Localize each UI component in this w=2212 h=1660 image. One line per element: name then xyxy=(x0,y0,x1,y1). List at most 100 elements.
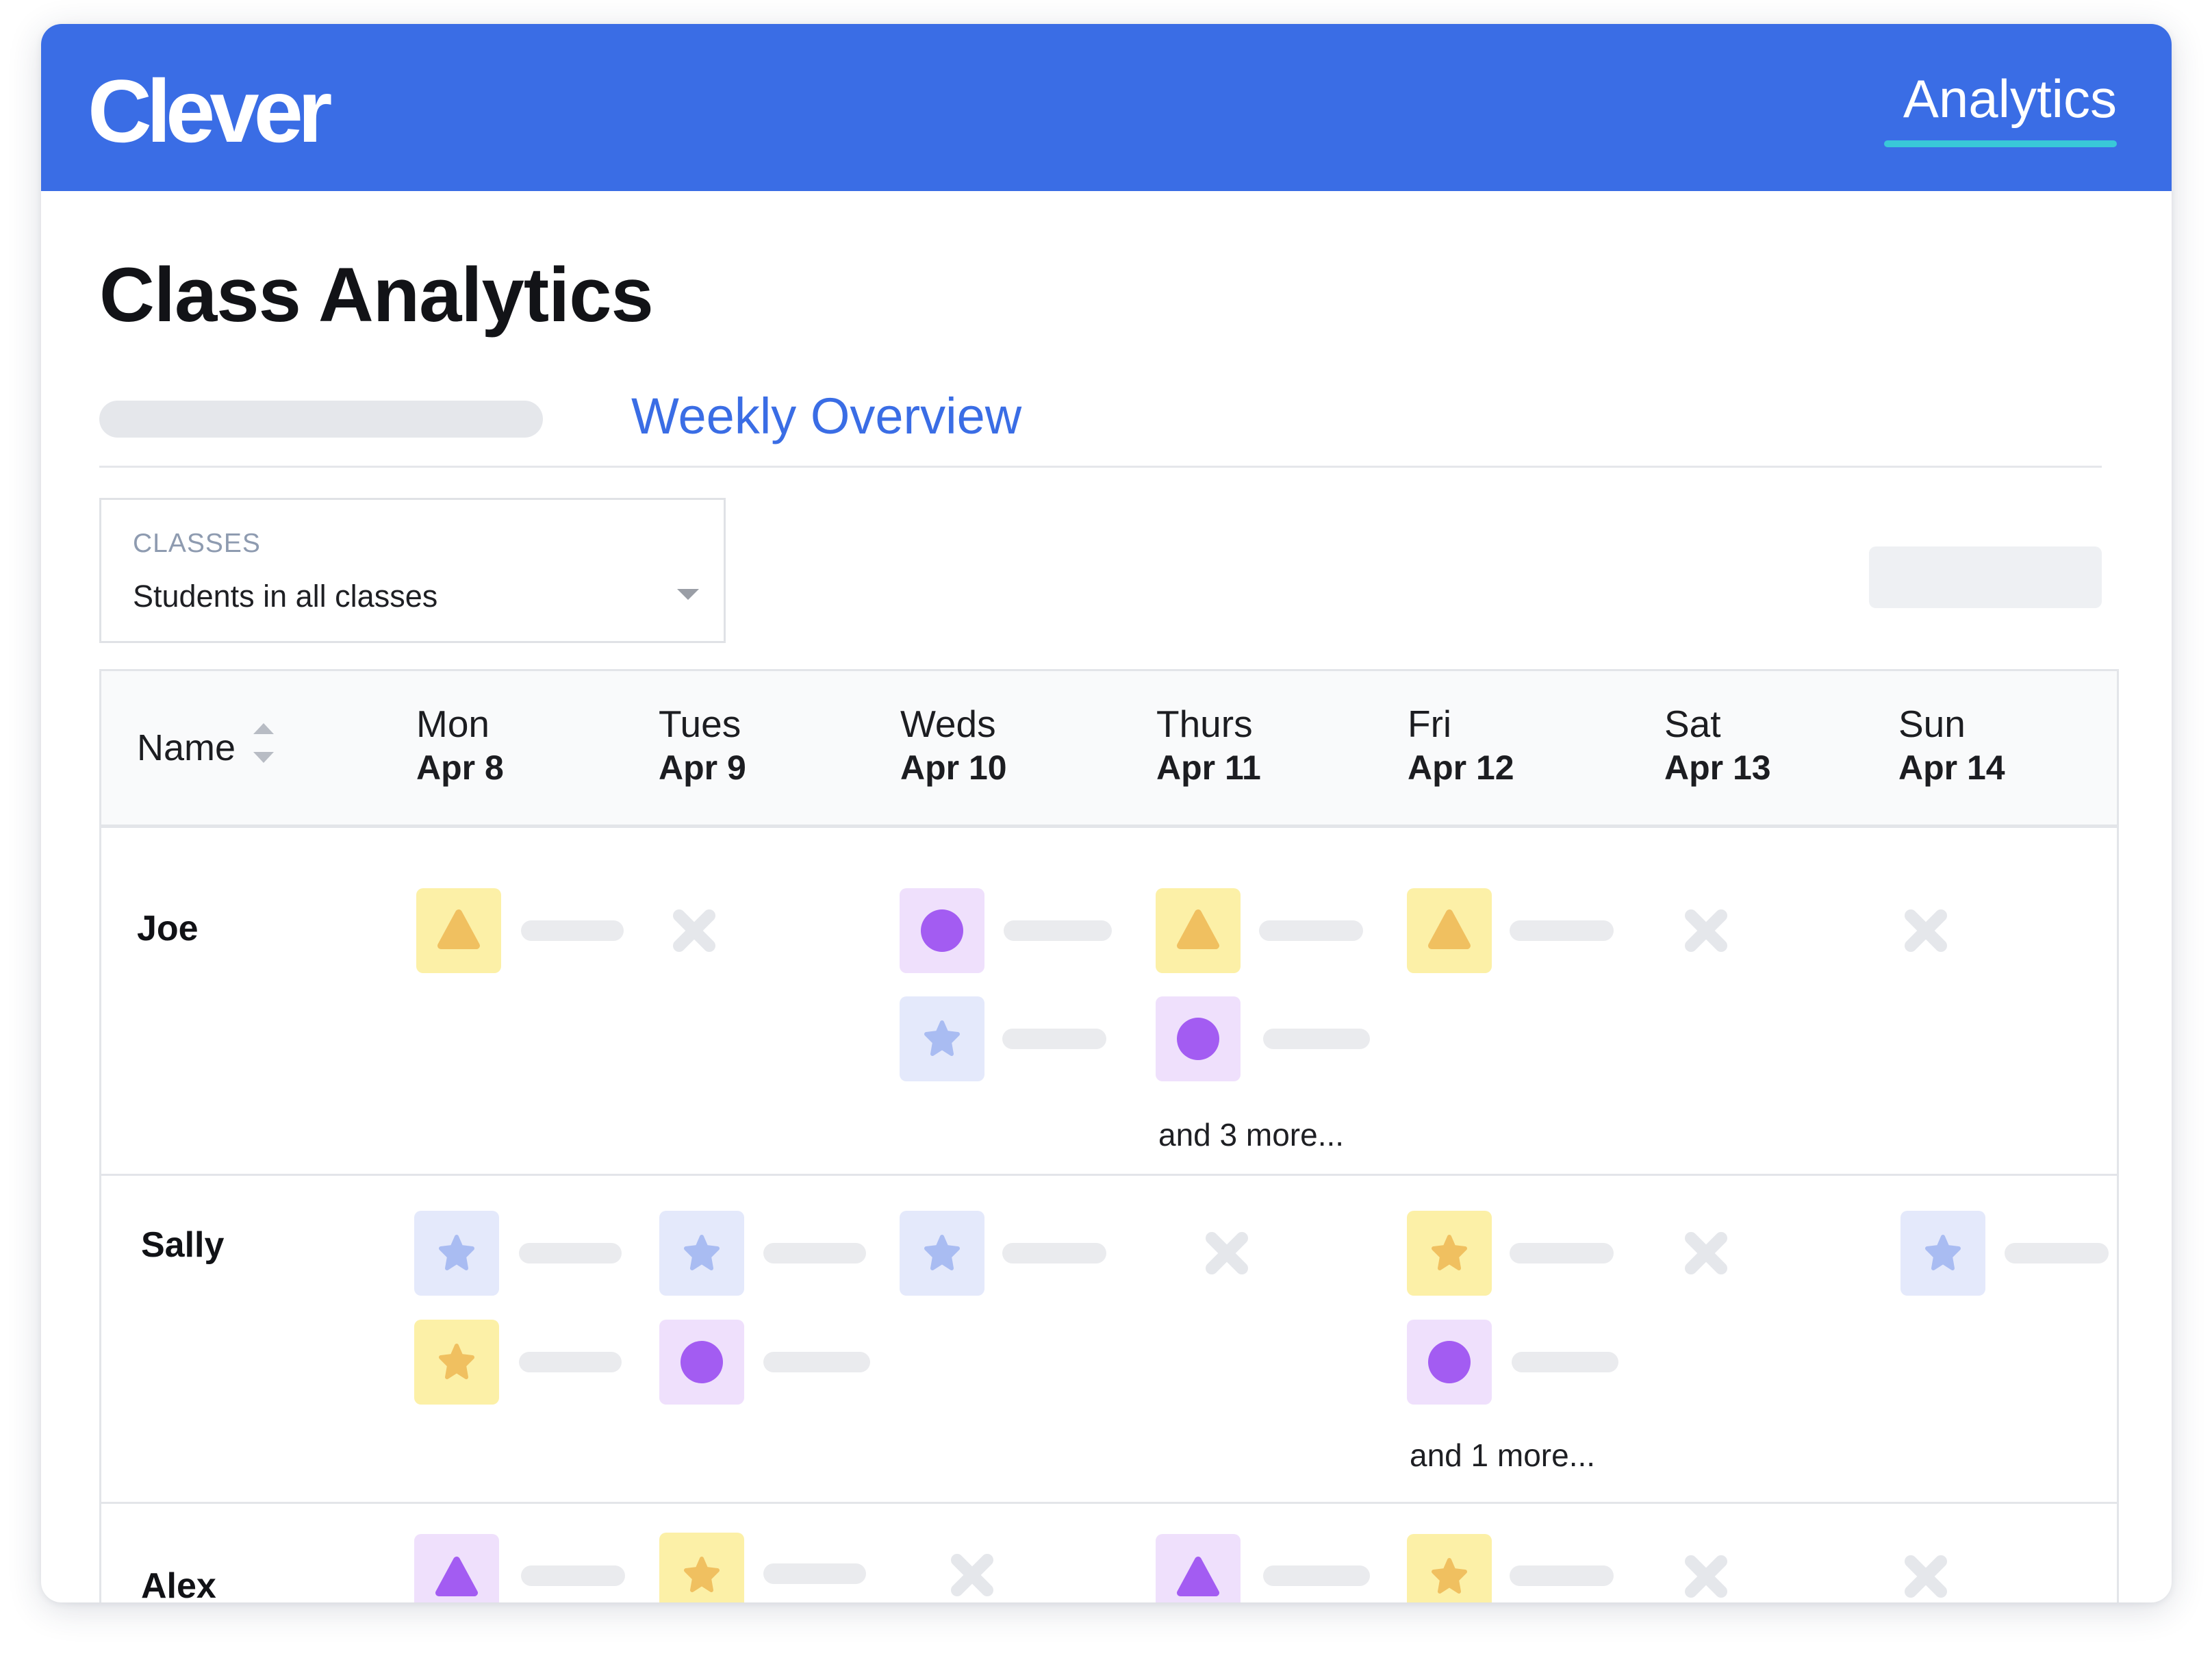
day-name: Mon xyxy=(416,703,490,745)
classes-dropdown[interactable]: CLASSES Students in all classes xyxy=(99,498,726,643)
activity-bar xyxy=(521,920,624,941)
tab-weekly-overview[interactable]: Weekly Overview xyxy=(631,391,1021,442)
page-title: Class Analytics xyxy=(99,252,654,338)
day-name: Tues xyxy=(659,703,741,745)
day-header-sun: Sun Apr 14 xyxy=(1898,705,2005,785)
tabs-divider xyxy=(99,466,2102,468)
activity-bar xyxy=(1510,1565,1614,1586)
activity-bar xyxy=(1510,1243,1614,1263)
activity-tile[interactable] xyxy=(414,1320,499,1405)
yellow-triangle-icon xyxy=(1177,909,1219,949)
activity-tile[interactable] xyxy=(659,1320,744,1405)
day-header-thu: Thurs Apr 11 xyxy=(1156,705,1261,785)
activity-tile[interactable] xyxy=(1407,1534,1492,1602)
blue-star-icon xyxy=(924,1020,960,1056)
name-column-header[interactable]: Name xyxy=(137,729,236,766)
x-mark-icon xyxy=(1905,909,1947,952)
day-name: Weds xyxy=(900,703,996,745)
activity-bar xyxy=(1002,1029,1106,1049)
clever-logo[interactable]: Clever xyxy=(88,66,332,155)
row-divider xyxy=(101,1502,2117,1504)
x-mark-icon xyxy=(1685,909,1727,952)
day-name: Sat xyxy=(1664,703,1721,745)
day-header-fri: Fri Apr 12 xyxy=(1408,705,1514,785)
activity-tile[interactable] xyxy=(1407,1320,1492,1405)
yellow-star-icon xyxy=(1432,1235,1467,1270)
chevron-down-icon xyxy=(677,589,699,600)
activity-bar xyxy=(763,1563,866,1584)
blue-star-icon xyxy=(1925,1235,1961,1270)
day-name: Thurs xyxy=(1156,703,1253,745)
activity-bar xyxy=(763,1243,866,1263)
activity-bar xyxy=(1263,1565,1370,1586)
blue-star-icon xyxy=(684,1235,720,1270)
purple-circle-icon xyxy=(921,909,963,952)
activity-tile[interactable] xyxy=(900,888,984,973)
x-mark-icon xyxy=(1206,1232,1248,1274)
sort-ascending-icon xyxy=(253,723,274,734)
placeholder-button[interactable] xyxy=(1869,546,2102,608)
activity-bar xyxy=(1004,920,1112,941)
student-name-joe[interactable]: Joe xyxy=(137,911,199,946)
x-mark-icon xyxy=(1685,1555,1727,1598)
x-mark-icon xyxy=(951,1554,993,1596)
activity-bar xyxy=(1512,1352,1618,1372)
activity-bar xyxy=(519,1352,622,1372)
weekly-table: Name Mon Apr 8 Tues Apr 9 Weds Apr 10 Th… xyxy=(99,669,2119,1602)
activity-tile[interactable] xyxy=(1156,888,1241,973)
x-mark-icon xyxy=(1685,1232,1727,1274)
nav-active-indicator xyxy=(1884,140,2117,147)
activity-tile[interactable] xyxy=(416,888,501,973)
activity-tile[interactable] xyxy=(1156,1534,1241,1602)
day-date: Apr 11 xyxy=(1156,749,1261,787)
sort-descending-icon xyxy=(253,752,274,763)
x-mark-icon xyxy=(673,909,715,952)
tab-placeholder[interactable] xyxy=(99,401,543,438)
activity-tile[interactable] xyxy=(900,1211,984,1296)
activity-tile[interactable] xyxy=(414,1534,499,1602)
activity-bar xyxy=(1263,1029,1370,1049)
purple-circle-icon xyxy=(1428,1341,1471,1383)
yellow-triangle-icon xyxy=(437,909,480,949)
day-name: Sun xyxy=(1898,703,1966,745)
yellow-triangle-icon xyxy=(1428,909,1471,949)
activity-bar xyxy=(1002,1243,1106,1263)
x-mark-icon xyxy=(1905,1555,1947,1598)
sort-icon[interactable] xyxy=(253,723,275,774)
purple-triangle-icon xyxy=(1177,1557,1219,1596)
activity-tile[interactable] xyxy=(1407,1211,1492,1296)
yellow-star-icon xyxy=(439,1344,474,1379)
day-name: Fri xyxy=(1408,703,1452,745)
activity-bar xyxy=(1510,920,1614,941)
classes-selected-value: Students in all classes xyxy=(133,579,438,614)
top-nav-bar: Clever Analytics xyxy=(41,24,2172,191)
day-header-tue: Tues Apr 9 xyxy=(659,705,746,785)
day-date: Apr 14 xyxy=(1898,749,2005,787)
day-header-wed: Weds Apr 10 xyxy=(900,705,1007,785)
activity-bar xyxy=(2005,1243,2109,1263)
activity-tile[interactable] xyxy=(659,1211,744,1296)
table-header: Name Mon Apr 8 Tues Apr 9 Weds Apr 10 Th… xyxy=(101,671,2117,828)
blue-star-icon xyxy=(924,1235,960,1270)
activity-bar xyxy=(763,1352,870,1372)
nav-analytics-link[interactable]: Analytics xyxy=(1903,72,2117,125)
day-date: Apr 12 xyxy=(1408,749,1514,787)
activity-tile[interactable] xyxy=(659,1533,744,1602)
student-name-sally[interactable]: Sally xyxy=(141,1227,224,1263)
yellow-star-icon xyxy=(1432,1558,1467,1594)
activity-bar xyxy=(1259,920,1363,941)
activity-bar xyxy=(519,1243,622,1263)
activity-tile[interactable] xyxy=(414,1211,499,1296)
activity-tile[interactable] xyxy=(900,996,984,1081)
activity-bar xyxy=(521,1565,625,1586)
activity-tile[interactable] xyxy=(1156,996,1241,1081)
day-header-mon: Mon Apr 8 xyxy=(416,705,504,785)
purple-triangle-icon xyxy=(435,1557,478,1596)
more-activities-link[interactable]: and 1 more... xyxy=(1410,1439,1595,1471)
student-name-alex[interactable]: Alex xyxy=(141,1568,216,1602)
day-date: Apr 8 xyxy=(416,749,504,787)
more-activities-link[interactable]: and 3 more... xyxy=(1158,1119,1344,1150)
activity-tile[interactable] xyxy=(1407,888,1492,973)
analytics-card: Clever Analytics Class Analytics Weekly … xyxy=(41,24,2172,1602)
activity-tile[interactable] xyxy=(1900,1211,1985,1296)
